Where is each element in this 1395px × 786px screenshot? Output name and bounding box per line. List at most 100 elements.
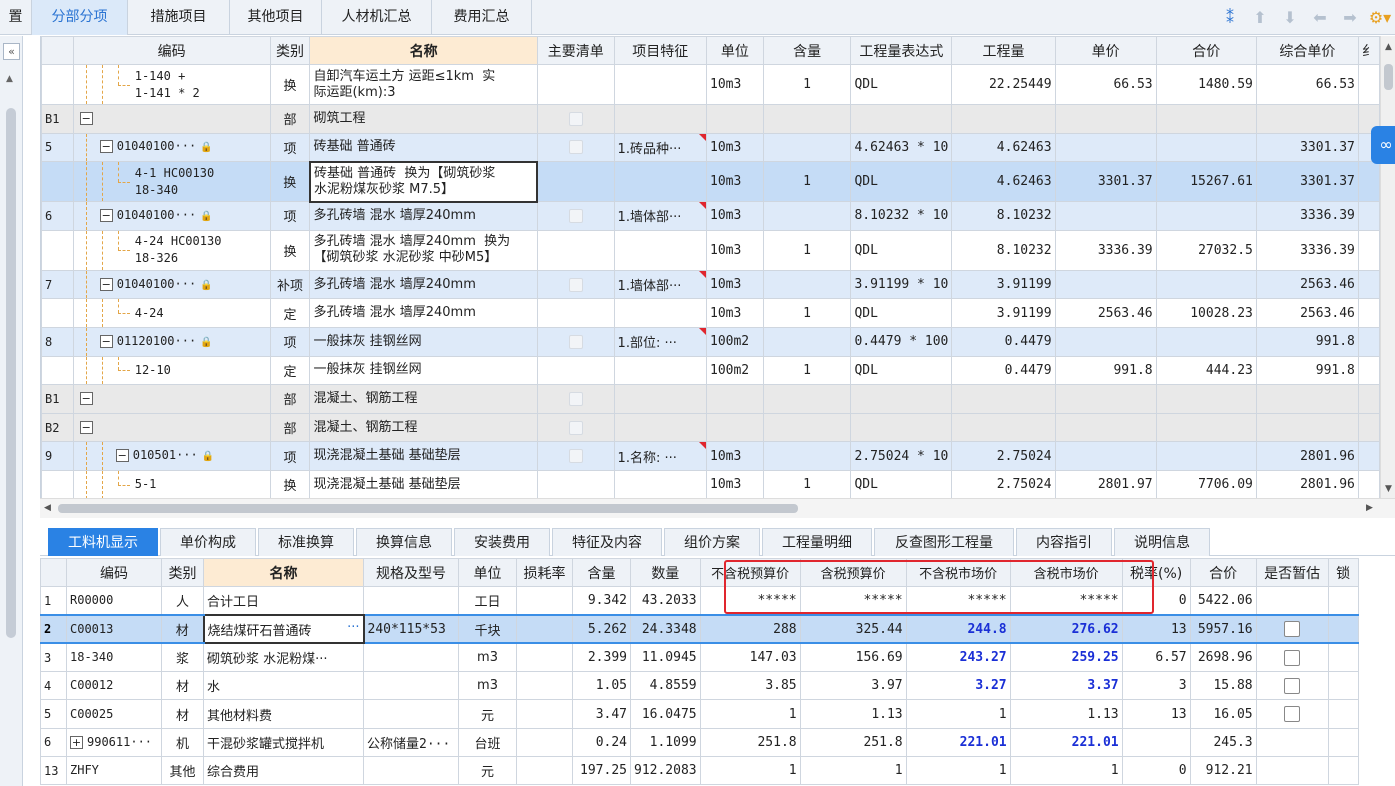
detail-qty-cell[interactable]: 11.0945 [630, 642, 701, 673]
expression-cell[interactable]: QDL [850, 298, 953, 328]
main-list-checkbox[interactable] [568, 449, 583, 464]
detail-column-header-1[interactable]: 编码 [66, 558, 162, 588]
price-cell[interactable]: 3336.39 [1054, 229, 1157, 271]
code-cell[interactable]: −010501··· 🔒 [72, 441, 271, 471]
main-list-checkbox[interactable] [568, 111, 583, 126]
type-cell[interactable]: 部 [269, 412, 311, 443]
code-cell[interactable]: −01040100··· 🔒 [72, 269, 271, 300]
main-list-cell[interactable] [536, 132, 615, 163]
main-list-cell[interactable] [536, 412, 615, 443]
tax-rate-cell[interactable]: 3 [1121, 671, 1191, 701]
content-cell[interactable] [762, 104, 852, 134]
top-tab-0[interactable]: 分部分项 [32, 0, 128, 35]
market-price-incl-tax-cell[interactable]: 1 [1009, 756, 1123, 786]
total-cell[interactable]: 7706.09 [1155, 469, 1257, 498]
detail-column-header-7[interactable]: 含量 [572, 558, 631, 588]
collapse-toggle-icon[interactable]: − [99, 208, 113, 222]
detail-content-cell[interactable]: 9.342 [572, 586, 631, 616]
price-cell[interactable] [1054, 326, 1157, 357]
provisional-cell[interactable] [1255, 756, 1329, 786]
column-header-1[interactable]: 编码 [72, 36, 271, 65]
column-header-10[interactable]: 单价 [1054, 36, 1157, 65]
left-scrollbar[interactable] [6, 108, 16, 638]
detail-type-cell[interactable]: 人 [161, 586, 204, 616]
name-cell[interactable]: 多孔砖墙 混水 墙厚240mm 换为 【砌筑砂浆 水泥砂浆 中砂M5】 [309, 229, 538, 271]
collapse-toggle-icon[interactable]: − [79, 421, 93, 435]
main-list-cell[interactable] [536, 269, 615, 300]
expression-cell[interactable]: 4.62463 * 10 [850, 132, 953, 163]
unit-cell[interactable]: 10m3 [706, 298, 764, 328]
more-options-icon[interactable]: ··· [347, 620, 359, 635]
unit-cell[interactable]: 10m3 [706, 229, 764, 271]
detail-name-cell[interactable]: 干混砂浆罐式搅拌机 [203, 727, 364, 758]
type-cell[interactable]: 项 [269, 326, 311, 357]
code-cell[interactable]: − [72, 412, 271, 443]
loss-rate-cell[interactable] [516, 727, 573, 758]
unit-price-cell[interactable]: 2801.96 [1255, 469, 1359, 498]
spec-cell[interactable] [363, 642, 459, 673]
market-price-incl-tax-cell[interactable]: 259.25 [1009, 642, 1123, 673]
expression-cell[interactable]: QDL [850, 64, 953, 105]
expression-cell[interactable]: 2.75024 * 10 [850, 441, 953, 471]
amount-cell[interactable]: 0.4479 [951, 326, 1056, 357]
main-list-cell[interactable] [536, 469, 615, 498]
content-cell[interactable] [762, 269, 852, 300]
detail-unit-cell[interactable]: 千块 [458, 614, 517, 645]
detail-row[interactable]: 2 C00013 材烧结煤矸石普通砖 ··· 240*115*53 千块 5.262 24.3… [40, 614, 1359, 645]
name-cell[interactable]: 现浇混凝土基础 基础垫层 [309, 469, 538, 498]
market-price-excl-tax-cell[interactable]: 3.27 [905, 671, 1011, 701]
grid-row[interactable]: 6 −01040100··· 🔒 项多孔砖墙 混水 墙厚240mm 1.墙体部··· 10… [41, 201, 1380, 231]
detail-qty-cell[interactable]: 1.1099 [630, 727, 701, 758]
main-list-cell[interactable] [536, 201, 615, 231]
budget-price-excl-tax-cell[interactable]: 288 [699, 614, 801, 645]
detail-name-cell[interactable]: 水 [203, 671, 364, 701]
grid-row[interactable]: B2− 部混凝土、钢筋工程 [41, 412, 1380, 443]
amount-cell[interactable]: 22.25449 [951, 64, 1056, 105]
grid-row[interactable]: 4-1 HC00130 18-340 换砖基础 普通砖 换为【砌筑砂浆 水泥粉煤灰… [41, 160, 1380, 203]
type-cell[interactable]: 补项 [269, 269, 311, 300]
detail-type-cell[interactable]: 机 [161, 727, 204, 758]
code-cell[interactable]: −01040100··· 🔒 [72, 132, 271, 163]
move-right-icon[interactable]: ➡ [1335, 8, 1365, 27]
budget-price-incl-tax-cell[interactable]: 3.97 [799, 671, 907, 701]
provisional-checkbox[interactable] [1284, 621, 1301, 638]
budget-price-incl-tax-cell[interactable]: 1.13 [799, 699, 907, 729]
detail-row[interactable]: 13 ZHFY 其他 综合费用元 197.25 912.2083 1 1 1 1 0 912.21 [40, 756, 1359, 786]
unit-price-cell[interactable]: 3336.39 [1255, 229, 1359, 271]
unit-price-cell[interactable] [1255, 104, 1359, 134]
horizontal-scroll-thumb[interactable] [58, 504, 798, 513]
market-price-excl-tax-cell[interactable]: 244.8 [905, 614, 1011, 645]
expression-cell[interactable]: QDL [850, 229, 953, 271]
detail-code-cell[interactable]: R00000 [66, 586, 162, 616]
detail-code-cell[interactable]: ZHFY [66, 756, 162, 786]
content-cell[interactable] [762, 201, 852, 231]
name-cell[interactable]: 现浇混凝土基础 基础垫层 [309, 441, 538, 471]
spec-cell[interactable]: 240*115*53 [363, 614, 459, 645]
detail-type-cell[interactable]: 材 [161, 699, 204, 729]
detail-qty-cell[interactable]: 24.3348 [630, 614, 701, 645]
lock-cell[interactable] [1327, 614, 1359, 645]
market-price-incl-tax-cell[interactable]: 221.01 [1009, 727, 1123, 758]
detail-tab-7[interactable]: 工程量明细 [762, 528, 872, 556]
detail-column-header-10[interactable]: 含税预算价 [799, 558, 907, 588]
spec-cell[interactable] [363, 699, 459, 729]
market-price-incl-tax-cell[interactable]: 276.62 [1009, 614, 1123, 645]
main-list-checkbox[interactable] [568, 334, 583, 349]
main-list-cell[interactable] [536, 326, 615, 357]
lock-cell[interactable] [1327, 756, 1359, 786]
detail-tab-10[interactable]: 说明信息 [1114, 528, 1210, 556]
unit-price-cell[interactable]: 3336.39 [1255, 201, 1359, 231]
unit-cell[interactable] [706, 412, 764, 443]
detail-column-header-0[interactable] [40, 558, 67, 588]
name-cell[interactable]: 混凝土、钢筋工程 [309, 412, 538, 443]
name-cell[interactable]: 多孔砖墙 混水 墙厚240mm [309, 201, 538, 231]
unit-cell[interactable]: 100m2 [706, 326, 764, 357]
feature-cell[interactable]: 1.砖品种··· [613, 132, 708, 163]
detail-code-cell[interactable]: C00013 [66, 614, 162, 645]
detail-name-cell[interactable]: 砌筑砂浆 水泥粉煤··· [203, 642, 364, 673]
feature-cell[interactable] [613, 469, 708, 498]
price-cell[interactable] [1054, 201, 1157, 231]
tax-rate-cell[interactable]: 13 [1121, 614, 1191, 645]
unit-cell[interactable]: 10m3 [706, 161, 764, 203]
top-tab-1[interactable]: 措施项目 [128, 0, 230, 35]
